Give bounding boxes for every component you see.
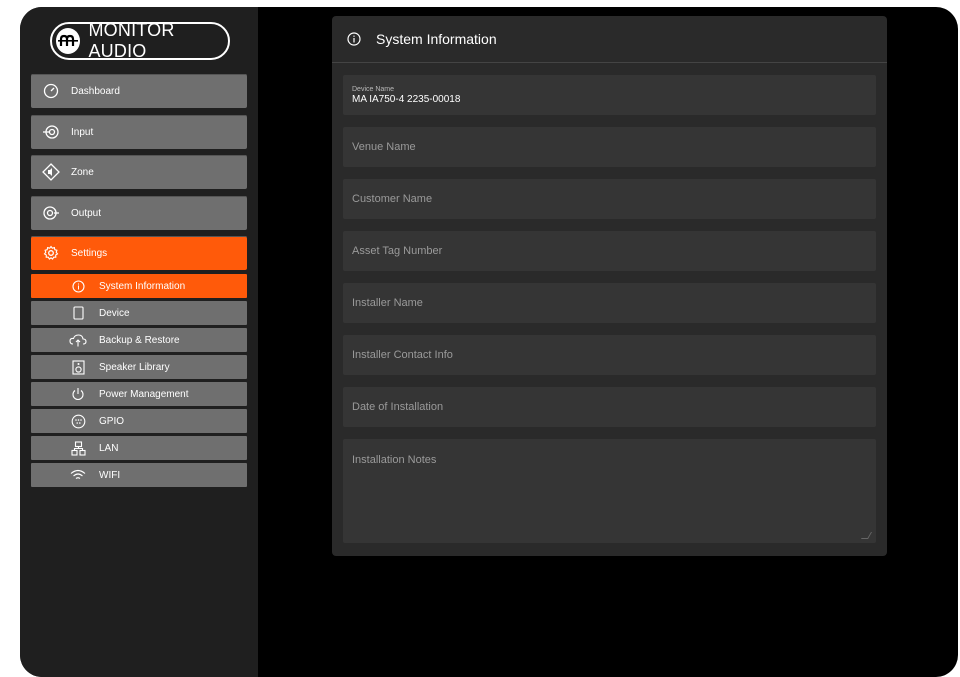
resize-handle-icon[interactable] <box>860 532 873 539</box>
gear-icon <box>39 241 63 265</box>
field-placeholder: Venue Name <box>352 141 416 153</box>
customer-name-field[interactable]: Customer Name <box>343 179 876 219</box>
zone-speaker-icon <box>39 160 63 184</box>
subnav-label: WIFI <box>99 469 121 481</box>
subnav-label: System Information <box>99 280 186 292</box>
gpio-icon <box>69 412 87 430</box>
input-icon <box>39 120 63 144</box>
subnav-wifi[interactable]: WIFI <box>31 463 247 487</box>
info-icon <box>346 31 362 47</box>
sidebar: MONITOR AUDIO Dashboard Input Zone Outpu… <box>20 7 258 677</box>
sidebar-item-zone[interactable]: Zone <box>31 155 247 189</box>
field-placeholder: Installation Notes <box>352 454 437 466</box>
sidebar-item-input[interactable]: Input <box>31 115 247 149</box>
asset-tag-number-field[interactable]: Asset Tag Number <box>343 231 876 271</box>
field-placeholder: Customer Name <box>352 193 433 205</box>
installer-contact-info-field[interactable]: Installer Contact Info <box>343 335 876 375</box>
subnav-label: GPIO <box>99 415 125 427</box>
sidebar-item-label: Zone <box>71 166 94 178</box>
sidebar-item-label: Dashboard <box>71 85 120 97</box>
venue-name-field[interactable]: Venue Name <box>343 127 876 167</box>
device-name-label: Device Name <box>352 85 395 93</box>
sidebar-item-output[interactable]: Output <box>31 196 247 230</box>
info-icon <box>69 277 87 295</box>
brand-logo[interactable]: MONITOR AUDIO <box>50 20 230 61</box>
device-name-field[interactable]: Device Name MA IA750-4 2235-00018 <box>343 75 876 115</box>
subnav-label: Backup & Restore <box>99 334 180 346</box>
system-information-panel: System Information Device Name MA IA750-… <box>332 16 887 556</box>
field-placeholder: Installer Name <box>352 297 423 309</box>
subnav-gpio[interactable]: GPIO <box>31 409 247 433</box>
app-frame: MONITOR AUDIO Dashboard Input Zone Outpu… <box>20 7 958 677</box>
sidebar-item-label: Input <box>71 126 94 138</box>
power-icon <box>69 385 87 403</box>
installer-name-field[interactable]: Installer Name <box>343 283 876 323</box>
sidebar-item-settings[interactable]: Settings <box>31 236 247 270</box>
device-icon <box>69 304 87 322</box>
subnav-backup-restore[interactable]: Backup & Restore <box>31 328 247 352</box>
subnav-power-management[interactable]: Power Management <box>31 382 247 406</box>
subnav-label: Power Management <box>99 388 189 400</box>
cloud-upload-icon <box>69 331 87 349</box>
subnav-speaker-library[interactable]: Speaker Library <box>31 355 247 379</box>
lan-icon <box>69 439 87 457</box>
subnav-device[interactable]: Device <box>31 301 247 325</box>
wifi-icon <box>69 466 87 484</box>
date-of-installation-field[interactable]: Date of Installation <box>343 387 876 427</box>
sidebar-item-label: Settings <box>71 247 108 259</box>
output-icon <box>39 201 63 225</box>
subnav-lan[interactable]: LAN <box>31 436 247 460</box>
subnav-label: LAN <box>99 442 119 454</box>
sidebar-item-dashboard[interactable]: Dashboard <box>31 74 247 108</box>
field-placeholder: Date of Installation <box>352 401 444 413</box>
page-title: System Information <box>376 31 497 47</box>
panel-header: System Information <box>332 16 887 63</box>
gauge-icon <box>39 79 63 103</box>
logo-text: MONITOR AUDIO <box>88 20 175 61</box>
field-placeholder: Installer Contact Info <box>352 349 453 361</box>
field-placeholder: Asset Tag Number <box>352 245 443 257</box>
installation-notes-textarea[interactable]: Installation Notes <box>343 439 876 543</box>
monitor-audio-logo-icon <box>56 28 81 54</box>
subnav-system-information[interactable]: System Information <box>31 274 247 298</box>
sidebar-item-label: Output <box>71 207 102 219</box>
subnav-label: Speaker Library <box>99 361 170 373</box>
speaker-icon <box>69 358 87 376</box>
subnav-label: Device <box>99 307 130 319</box>
device-name-value: MA IA750-4 2235-00018 <box>352 93 461 105</box>
